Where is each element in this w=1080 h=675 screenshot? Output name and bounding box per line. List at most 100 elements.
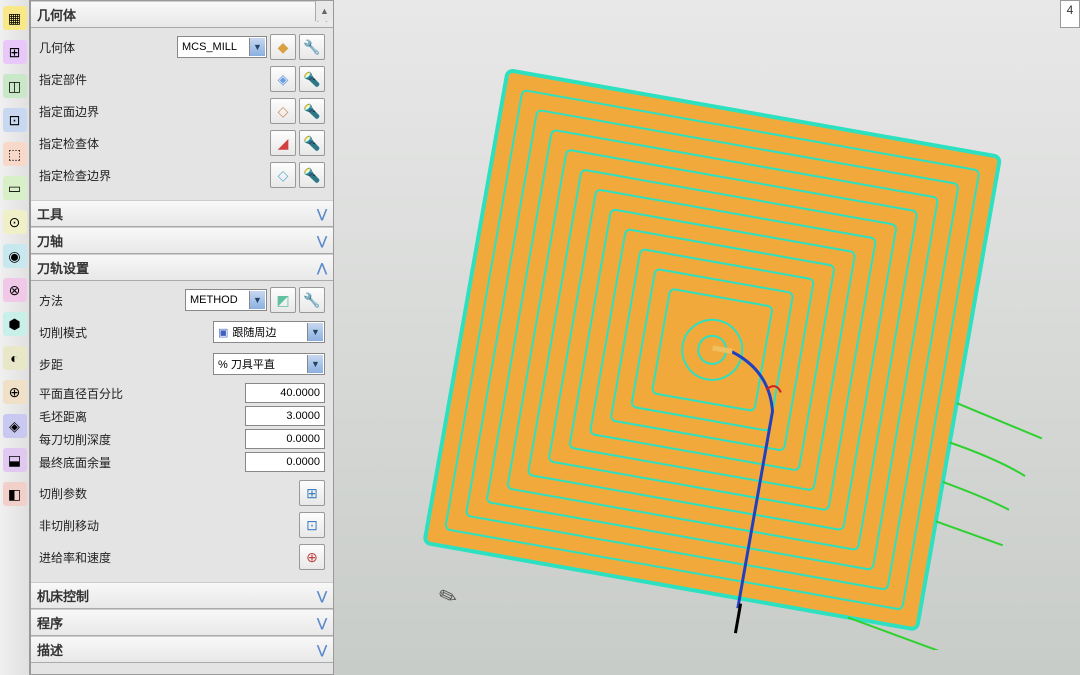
- stepover-label: 步距: [39, 356, 213, 373]
- display-face-button[interactable]: 🔦: [299, 98, 325, 124]
- depth-per-cut-input[interactable]: [245, 429, 325, 449]
- chevron-down-icon: ⋁: [317, 643, 327, 657]
- tool-icon-2[interactable]: ⊞: [3, 40, 27, 64]
- final-floor-label: 最终底面余量: [39, 454, 245, 471]
- chevron-down-icon: ⋁: [317, 207, 327, 221]
- row-cutpattern: 切削模式 ▣ 跟随周边 ▼: [39, 319, 325, 345]
- tool-icon-4[interactable]: ⊡: [3, 108, 27, 132]
- display-check-boundary-button[interactable]: 🔦: [299, 162, 325, 188]
- tool-icon-1[interactable]: ▦: [3, 6, 27, 30]
- flat-diameter-label: 平面直径百分比: [39, 385, 245, 402]
- top-right-indicator: 4: [1060, 0, 1080, 28]
- section-tool-header[interactable]: 工具 ⋁: [31, 200, 333, 227]
- section-program-header[interactable]: 程序 ⋁: [31, 609, 333, 636]
- create-geom-button[interactable]: ◆: [270, 34, 296, 60]
- section-title: 几何体: [37, 5, 76, 24]
- tool-icon-3[interactable]: ◫: [3, 74, 27, 98]
- specify-check-boundary-label: 指定检查边界: [39, 167, 270, 184]
- tool-icon-14[interactable]: ⬓: [3, 448, 27, 472]
- chevron-down-icon: ⋁: [317, 589, 327, 603]
- tool-icon-11[interactable]: ◐: [3, 346, 27, 370]
- cutpattern-label: 切削模式: [39, 324, 213, 341]
- dropdown-arrow-icon: ▼: [307, 323, 323, 341]
- tool-icon-8[interactable]: ◉: [3, 244, 27, 268]
- tool-icon-15[interactable]: ◧: [3, 482, 27, 506]
- row-feeds-speeds: 进给率和速度 ⊕: [39, 544, 325, 570]
- dropdown-arrow-icon: ▼: [307, 355, 323, 373]
- toolpath-svg: [414, 50, 1080, 650]
- method-create-button[interactable]: ◩: [270, 287, 296, 313]
- depth-per-cut-label: 每刀切削深度: [39, 431, 245, 448]
- row-method: 方法 METHOD ▼ ◩ 🔧: [39, 287, 325, 313]
- operation-panel: 几何体 ⋀ ▲ 几何体 MCS_MILL ▼ ◆ 🔧 指定部件 ◈ 🔦 指定面边…: [30, 0, 334, 675]
- tool-icon-7[interactable]: ⊙: [3, 210, 27, 234]
- row-stepover: 步距 % 刀具平直 ▼: [39, 351, 325, 377]
- method-label: 方法: [39, 292, 185, 309]
- row-flat-diameter: 平面直径百分比: [39, 383, 325, 403]
- geom-body-dropdown[interactable]: MCS_MILL ▼: [177, 36, 267, 58]
- section-title: 刀轨设置: [37, 258, 89, 277]
- specify-face-label: 指定面边界: [39, 103, 270, 120]
- section-description-header[interactable]: 描述 ⋁: [31, 636, 333, 663]
- row-blank-distance: 毛坯距离: [39, 406, 325, 426]
- chevron-down-icon: ⋁: [317, 616, 327, 630]
- display-check-button[interactable]: 🔦: [299, 130, 325, 156]
- row-specify-check-boundary: 指定检查边界 ◇ 🔦: [39, 162, 325, 188]
- specify-check-label: 指定检查体: [39, 135, 270, 152]
- section-title: 刀轴: [37, 231, 63, 250]
- row-depth-per-cut: 每刀切削深度: [39, 429, 325, 449]
- 3d-viewport[interactable]: 4: [334, 0, 1080, 675]
- row-specify-part: 指定部件 ◈ 🔦: [39, 66, 325, 92]
- edit-geom-button[interactable]: 🔧: [299, 34, 325, 60]
- cutting-params-label: 切削参数: [39, 485, 299, 502]
- section-toolaxis-header[interactable]: 刀轴 ⋁: [31, 227, 333, 254]
- specify-check-boundary-button[interactable]: ◇: [270, 162, 296, 188]
- stepover-dropdown[interactable]: % 刀具平直 ▼: [213, 353, 325, 375]
- chevron-up-icon: ⋀: [317, 261, 327, 275]
- section-machine-header[interactable]: 机床控制 ⋁: [31, 582, 333, 609]
- specify-part-button[interactable]: ◈: [270, 66, 296, 92]
- section-toolpath-body: 方法 METHOD ▼ ◩ 🔧 切削模式 ▣ 跟随周边 ▼ 步距: [31, 281, 333, 582]
- cutpattern-dropdown[interactable]: ▣ 跟随周边 ▼: [213, 321, 325, 343]
- tool-icon-10[interactable]: ⬢: [3, 312, 27, 336]
- left-toolbar: ▦ ⊞ ◫ ⊡ ⬚ ▭ ⊙ ◉ ⊗ ⬢ ◐ ⊕ ◈ ⬓ ◧: [0, 0, 30, 675]
- method-edit-button[interactable]: 🔧: [299, 287, 325, 313]
- section-geometry-header[interactable]: 几何体 ⋀: [31, 1, 333, 28]
- tool-icon-12[interactable]: ⊕: [3, 380, 27, 404]
- section-toolpath-header[interactable]: 刀轨设置 ⋀: [31, 254, 333, 281]
- noncutting-button[interactable]: ⊡: [299, 512, 325, 538]
- section-title: 机床控制: [37, 586, 89, 605]
- row-geom-body: 几何体 MCS_MILL ▼ ◆ 🔧: [39, 34, 325, 60]
- dropdown-arrow-icon: ▼: [249, 38, 265, 56]
- blank-distance-label: 毛坯距离: [39, 408, 245, 425]
- row-specify-check: 指定检查体 ◢ 🔦: [39, 130, 325, 156]
- dropdown-arrow-icon: ▼: [249, 291, 265, 309]
- display-part-button[interactable]: 🔦: [299, 66, 325, 92]
- geom-body-label: 几何体: [39, 39, 177, 56]
- noncutting-label: 非切削移动: [39, 517, 299, 534]
- specify-face-button[interactable]: ◇: [270, 98, 296, 124]
- final-floor-input[interactable]: [245, 452, 325, 472]
- tool-icon-13[interactable]: ◈: [3, 414, 27, 438]
- method-dropdown[interactable]: METHOD ▼: [185, 289, 267, 311]
- feeds-speeds-label: 进给率和速度: [39, 549, 299, 566]
- specify-part-label: 指定部件: [39, 71, 270, 88]
- chevron-down-icon: ⋁: [317, 234, 327, 248]
- tool-icon-9[interactable]: ⊗: [3, 278, 27, 302]
- row-specify-face: 指定面边界 ◇ 🔦: [39, 98, 325, 124]
- cutting-params-button[interactable]: ⊞: [299, 480, 325, 506]
- tool-icon-5[interactable]: ⬚: [3, 142, 27, 166]
- section-title: 工具: [37, 204, 63, 223]
- workpiece-display: XM YM ZM: [414, 50, 974, 590]
- blank-distance-input[interactable]: [245, 406, 325, 426]
- scroll-up[interactable]: ▲: [315, 1, 333, 21]
- flat-diameter-input[interactable]: [245, 383, 325, 403]
- row-cutting-params: 切削参数 ⊞: [39, 480, 325, 506]
- specify-check-button[interactable]: ◢: [270, 130, 296, 156]
- tool-icon-6[interactable]: ▭: [3, 176, 27, 200]
- section-title: 描述: [37, 640, 63, 659]
- section-title: 程序: [37, 613, 63, 632]
- feeds-speeds-button[interactable]: ⊕: [299, 544, 325, 570]
- row-noncutting: 非切削移动 ⊡: [39, 512, 325, 538]
- row-final-floor: 最终底面余量: [39, 452, 325, 472]
